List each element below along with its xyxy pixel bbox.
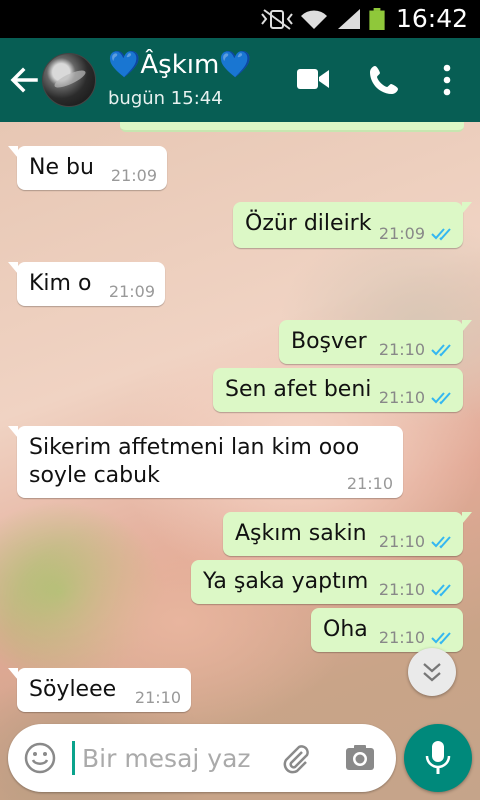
message-time: 21:09 [378, 224, 425, 243]
message-incoming[interactable]: Kim o 21:09 [8, 262, 165, 306]
message-outgoing[interactable]: Aşkım sakin 21:10 [223, 512, 472, 556]
signal-icon [338, 9, 360, 29]
chat-area[interactable]: Ne bu 21:09 Özür dileirk 21:09 Kim o 21:… [0, 122, 480, 800]
double-chevron-down-icon [423, 663, 441, 682]
more-options-icon[interactable] [437, 64, 457, 96]
message-time: 21:09 [110, 166, 157, 185]
message-text: Özür dileirk [245, 211, 372, 236]
scroll-to-bottom-button[interactable] [408, 648, 456, 696]
read-ticks-icon [431, 392, 451, 405]
voice-message-button[interactable] [404, 724, 472, 792]
message-text: Sen afet beni [225, 377, 372, 402]
message-text: Ne bu [29, 155, 94, 180]
message-outgoing[interactable]: Özür dileirk 21:09 [233, 202, 472, 248]
back-arrow-icon[interactable] [6, 62, 42, 98]
camera-icon[interactable] [344, 742, 376, 774]
message-incoming[interactable]: Sikerim affetmeni lan kim ooo soyle cabu… [8, 426, 403, 498]
vibrate-mute-icon [261, 9, 293, 30]
message-text: Oha [323, 617, 368, 642]
message-outgoing[interactable]: Sen afet beni 21:10 [213, 368, 463, 412]
message-incoming[interactable]: Ne bu 21:09 [8, 146, 167, 190]
video-call-icon[interactable] [297, 68, 329, 90]
message-time: 21:10 [378, 340, 425, 359]
message-text: Aşkım sakin [235, 521, 367, 546]
message-incoming[interactable]: Söyleee 21:10 [8, 668, 191, 712]
message-outgoing[interactable]: Boşver 21:10 [279, 320, 472, 364]
paperclip-icon[interactable] [280, 742, 312, 774]
emoji-icon[interactable] [24, 742, 56, 774]
message-time: 21:10 [378, 532, 425, 551]
contact-name[interactable]: 💙Âşkım💙 [108, 50, 252, 80]
message-outgoing[interactable]: Ya şaka yaptım 21:10 [191, 560, 463, 604]
message-time: 21:10 [378, 580, 425, 599]
read-ticks-icon [431, 228, 451, 241]
read-ticks-icon [431, 344, 451, 357]
status-bar: 16:42 [0, 0, 480, 38]
message-outgoing[interactable]: Oha 21:10 [311, 608, 463, 652]
contact-avatar[interactable] [42, 53, 96, 107]
battery-icon [369, 8, 385, 30]
message-time: 21:10 [134, 688, 181, 707]
clock: 16:42 [395, 4, 468, 33]
message-time: 21:10 [378, 388, 425, 407]
message-time: 21:09 [108, 282, 155, 301]
chat-header: 💙Âşkım💙 bugün 15:44 [0, 38, 480, 122]
message-text-line-1: Sikerim affetmeni lan kim ooo [29, 435, 360, 460]
message-input[interactable] [82, 740, 272, 776]
phone-call-icon[interactable] [368, 64, 400, 96]
message-time: 21:10 [346, 474, 393, 493]
message-text-line-2: soyle cabuk [29, 463, 160, 488]
last-seen-status: bugün 15:44 [108, 88, 223, 109]
read-ticks-icon [431, 632, 451, 645]
message-composer [8, 724, 396, 792]
read-ticks-icon [431, 584, 451, 597]
partial-media-message[interactable] [120, 122, 464, 132]
message-text: Söyleee [29, 677, 117, 702]
read-ticks-icon [431, 536, 451, 549]
text-cursor [72, 741, 75, 775]
message-text: Ya şaka yaptım [203, 569, 369, 594]
message-text: Kim o [29, 271, 92, 296]
microphone-icon [425, 741, 451, 774]
message-time: 21:10 [378, 628, 425, 647]
message-text: Boşver [291, 329, 367, 354]
wifi-icon [301, 10, 327, 29]
